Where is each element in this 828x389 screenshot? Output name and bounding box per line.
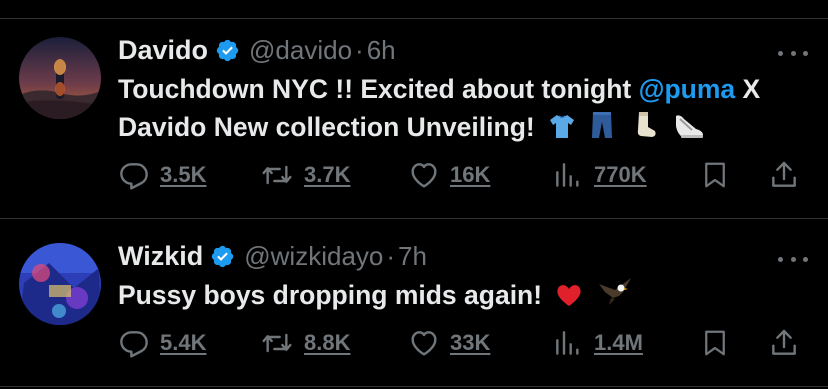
reply-button[interactable]: 5.4K	[118, 326, 206, 360]
display-name[interactable]: Wizkid	[118, 241, 203, 272]
views-count: 1.4M	[594, 330, 643, 355]
tweet-actions: 5.4K 8.8K 33K 1.4M	[118, 326, 808, 360]
separator-dot: ·	[355, 34, 364, 65]
jeans-emoji	[589, 110, 615, 150]
like-button[interactable]: 33K	[408, 326, 490, 360]
timestamp[interactable]: 6h	[367, 35, 396, 66]
repost-count: 3.7K	[304, 162, 351, 187]
avatar[interactable]	[19, 243, 101, 325]
timestamp[interactable]: 7h	[398, 241, 427, 272]
handle[interactable]: @davido	[249, 35, 352, 66]
tweet-davido[interactable]: Davido @davido · 6h Touchdown NYC !! Exc…	[0, 0, 828, 218]
share-button[interactable]	[768, 158, 800, 192]
bookmark-button[interactable]	[700, 326, 730, 360]
repost-icon	[262, 165, 292, 185]
verified-badge-icon	[215, 38, 240, 63]
display-name[interactable]: Davido	[118, 35, 208, 66]
bookmark-icon	[705, 162, 725, 188]
sock-emoji	[629, 110, 659, 150]
verified-badge-icon	[210, 244, 235, 269]
more-options-icon[interactable]	[778, 253, 808, 265]
tweet-text: Touchdown NYC !! Excited about tonight @…	[118, 70, 818, 150]
reply-count: 5.4K	[160, 330, 207, 355]
bookmark-button[interactable]	[700, 158, 730, 192]
repost-button[interactable]: 3.7K	[260, 158, 350, 192]
reply-icon	[120, 331, 148, 358]
reply-count: 3.5K	[160, 162, 207, 187]
avatar-image	[19, 37, 101, 119]
reply-icon	[120, 163, 148, 190]
sneaker-emoji	[672, 110, 706, 150]
views-count: 770K	[594, 162, 647, 187]
tweet-header: Davido @davido · 6h	[118, 32, 396, 68]
share-icon	[772, 161, 796, 187]
separator-dot: ·	[386, 240, 396, 271]
handle[interactable]: @wizkidayo	[244, 241, 383, 272]
repost-icon	[262, 333, 292, 353]
share-icon	[772, 329, 796, 355]
red-heart-emoji	[555, 280, 583, 318]
like-button[interactable]: 16K	[408, 158, 490, 192]
eagle-emoji	[597, 276, 633, 318]
avatar[interactable]	[19, 37, 101, 119]
repost-button[interactable]: 8.8K	[260, 326, 350, 360]
like-count: 33K	[450, 330, 491, 355]
reply-button[interactable]: 3.5K	[118, 158, 206, 192]
mention-link[interactable]: @puma	[639, 74, 736, 104]
more-options-icon[interactable]	[778, 47, 808, 59]
heart-icon	[411, 163, 437, 188]
tweet-text-part: Pussy boys dropping mids again!	[118, 280, 543, 310]
tweet-text: Pussy boys dropping mids again!	[118, 276, 818, 318]
views-button[interactable]: 770K	[552, 158, 647, 192]
like-count: 16K	[450, 162, 491, 187]
views-chart-icon	[556, 331, 579, 355]
t-shirt-emoji	[548, 112, 576, 150]
avatar-image	[19, 243, 101, 325]
share-button[interactable]	[768, 326, 800, 360]
bottom-divider	[0, 386, 828, 387]
tweet-text-part: Touchdown NYC !! Excited about tonight	[118, 74, 639, 104]
tweet-actions: 3.5K 3.7K 16K 770K	[118, 158, 808, 192]
views-button[interactable]: 1.4M	[552, 326, 643, 360]
tweet-header: Wizkid @wizkidayo · 7h	[118, 238, 427, 274]
heart-icon	[411, 331, 437, 356]
bookmark-icon	[705, 330, 725, 356]
repost-count: 8.8K	[304, 330, 351, 355]
tweet-wizkid[interactable]: Wizkid @wizkidayo · 7h Pussy boys droppi…	[0, 218, 828, 389]
views-chart-icon	[556, 163, 579, 187]
